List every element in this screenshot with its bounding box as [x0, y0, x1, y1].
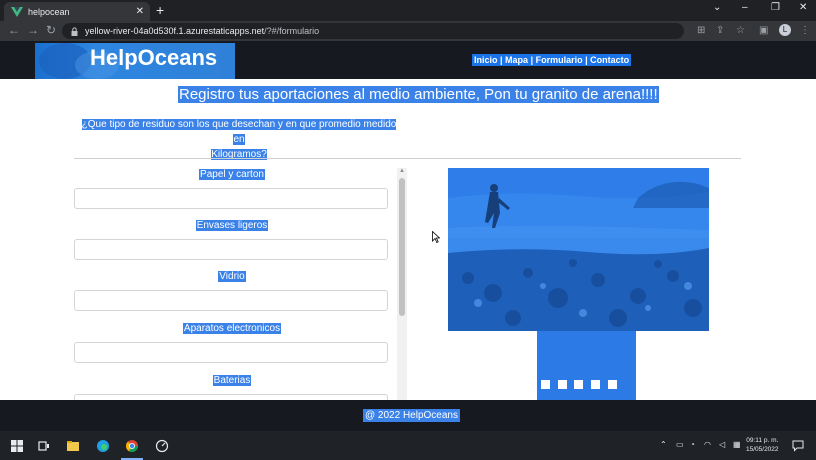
address-bar[interactable]: yellow-river-04a0d530f.1.azurestaticapps…: [62, 23, 684, 39]
scroll-up-arrow-icon[interactable]: ▲: [399, 168, 405, 174]
clock-time: 09:11 p. m.: [746, 437, 779, 444]
profile-avatar[interactable]: L: [779, 24, 791, 36]
clock-date: 15/05/2022: [746, 446, 779, 453]
tab-search-icon[interactable]: ⌄: [713, 2, 721, 13]
vue-logo-icon: [11, 6, 23, 17]
carousel-indicator-1[interactable]: [541, 380, 550, 389]
tab-title: helpocean: [28, 6, 70, 17]
windows-taskbar: ⌃ ▭ ◔ ◠ ◁ ▦ 09:11 p. m. 15/05/2022: [0, 431, 816, 460]
section-divider: [74, 158, 741, 159]
vidrio-input[interactable]: [74, 290, 388, 311]
field-label-papel: Papel y carton: [199, 169, 265, 180]
site-header: HelpOceans Inicio | Mapa | Formulario | …: [0, 41, 816, 79]
tray-chevron-up-icon[interactable]: ⌃: [660, 440, 667, 449]
aparatos-electronicos-input[interactable]: [74, 342, 388, 363]
carousel-indicator-2[interactable]: [558, 380, 567, 389]
site-logo-text[interactable]: HelpOceans: [90, 45, 217, 71]
carousel-indicator-4[interactable]: [591, 380, 600, 389]
menu-kebab-icon[interactable]: ⋮: [800, 25, 810, 36]
bookmark-star-icon[interactable]: ☆: [736, 25, 745, 36]
carousel-indicator-3[interactable]: [574, 380, 583, 389]
image-carousel: [537, 331, 636, 400]
field-label-baterias: Baterias: [212, 375, 252, 386]
question-text: ¿Que tipo de residuo son los que desecha…: [76, 117, 402, 162]
forward-arrow-icon[interactable]: →: [27, 23, 39, 37]
close-window-button[interactable]: ✕: [799, 2, 807, 13]
browser-tab-strip: helpocean ✕ + ⌄ – ❐ ✕: [0, 0, 816, 21]
url-text: yellow-river-04a0d530f.1.azurestaticapps…: [85, 26, 320, 36]
notifications-icon[interactable]: [792, 440, 804, 452]
beach-photo-image: [448, 168, 709, 331]
side-panel-icon[interactable]: ▣: [759, 25, 768, 36]
windows-start-icon[interactable]: [10, 439, 24, 453]
volume-icon[interactable]: ◁: [719, 440, 725, 449]
lock-icon: [71, 26, 78, 36]
scroll-thumb[interactable]: [399, 178, 405, 316]
network-icon[interactable]: ◔: [690, 440, 695, 449]
nav-inicio-link[interactable]: Inicio: [474, 55, 498, 65]
envases-ligeros-input[interactable]: [74, 239, 388, 260]
field-label-aparatos: Aparatos electronicos: [182, 323, 282, 334]
form-scrollbar[interactable]: ▲: [397, 168, 407, 400]
field-label-envases: Envases ligeros: [195, 220, 269, 231]
nav-formulario-link[interactable]: Formulario: [536, 55, 583, 65]
question-line-1: ¿Que tipo de residuo son los que desecha…: [81, 119, 397, 145]
nav-separator: |: [582, 55, 591, 65]
minimize-button[interactable]: –: [742, 2, 748, 13]
edge-browser-icon[interactable]: [96, 439, 110, 453]
beach-cleanup-photo: [448, 168, 709, 331]
back-arrow-icon[interactable]: ←: [8, 23, 20, 37]
papel-carton-input[interactable]: [74, 188, 388, 209]
language-icon[interactable]: ▦: [733, 440, 741, 449]
browser-tab[interactable]: helpocean ✕: [4, 2, 150, 21]
app-dial-icon[interactable]: [155, 439, 169, 453]
wifi-icon[interactable]: ◠: [704, 440, 711, 449]
system-clock[interactable]: 09:11 p. m. 15/05/2022: [746, 436, 779, 454]
chrome-browser-icon[interactable]: [125, 439, 139, 453]
nav-contacto-link[interactable]: Contacto: [590, 55, 629, 65]
waste-form: Papel y carton Envases ligeros Vidrio Ap…: [74, 168, 407, 400]
footer-copyright: @ 2022 HelpOceans: [363, 409, 460, 422]
main-nav: Inicio | Mapa | Formulario | Contacto: [472, 54, 632, 66]
nav-mapa-link[interactable]: Mapa: [505, 55, 528, 65]
browser-toolbar: ← → ↻ yellow-river-04a0d530f.1.azurestat…: [0, 21, 816, 41]
tab-close-icon[interactable]: ✕: [136, 6, 144, 17]
share-icon[interactable]: ⇪: [716, 25, 724, 36]
translate-icon[interactable]: ⊞: [697, 25, 705, 36]
carousel-indicator-5[interactable]: [608, 380, 617, 389]
page-title: Registro tus aportaciones al medio ambie…: [178, 86, 659, 103]
new-tab-button[interactable]: +: [156, 2, 164, 18]
site-footer: @ 2022 HelpOceans: [0, 400, 816, 431]
reload-icon[interactable]: ↻: [46, 23, 56, 37]
nav-separator: |: [528, 55, 536, 65]
maximize-button[interactable]: ❐: [771, 2, 780, 13]
nav-separator: |: [497, 55, 506, 65]
mouse-cursor-icon: [432, 231, 440, 243]
field-label-vidrio: Vidrio: [218, 271, 246, 282]
battery-icon[interactable]: ▭: [676, 440, 684, 449]
file-explorer-icon[interactable]: [66, 439, 80, 453]
task-view-icon[interactable]: [37, 439, 51, 453]
